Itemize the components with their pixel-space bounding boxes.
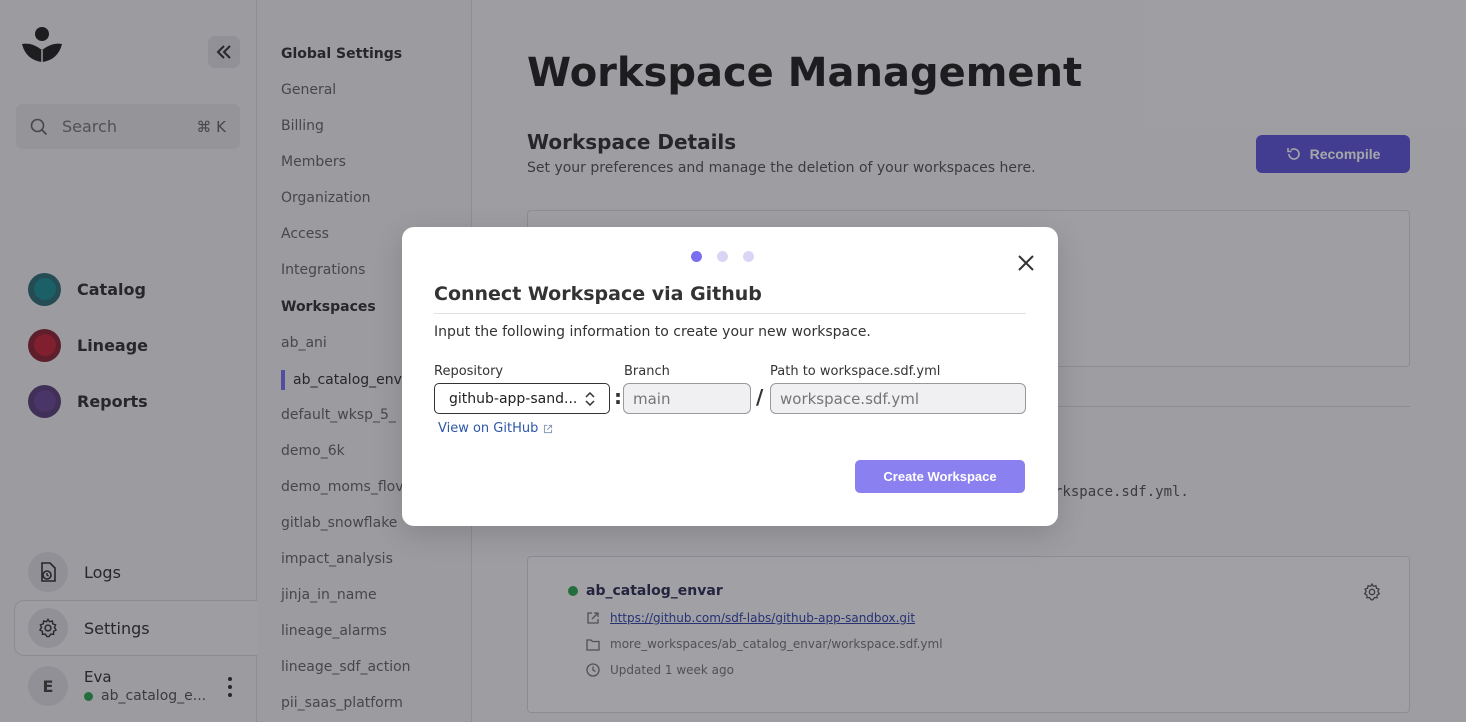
slash-separator: / (756, 385, 764, 409)
branch-input[interactable] (623, 383, 751, 414)
path-label: Path to workspace.sdf.yml (770, 364, 941, 379)
connect-workspace-modal: Connect Workspace via Github Input the f… (402, 227, 1058, 526)
modal-title: Connect Workspace via Github (434, 283, 762, 305)
divider (434, 313, 1026, 314)
chevron-up-down-icon (585, 391, 595, 406)
create-workspace-button[interactable]: Create Workspace (855, 460, 1025, 493)
modal-description: Input the following information to creat… (434, 324, 871, 340)
step-dot (717, 251, 728, 262)
repository-label: Repository (434, 364, 504, 379)
external-link-icon (544, 424, 553, 433)
view-on-github-label: View on GitHub (438, 421, 539, 436)
step-indicator (691, 251, 769, 262)
repository-value: github-app-sand... (449, 390, 578, 407)
repository-select[interactable]: github-app-sand... (434, 383, 610, 414)
branch-label: Branch (624, 364, 670, 379)
path-input[interactable] (770, 383, 1026, 414)
step-dot (743, 251, 754, 262)
colon-separator: : (614, 385, 622, 409)
step-dot-active (691, 251, 702, 262)
close-icon[interactable] (1016, 253, 1036, 273)
view-on-github-link[interactable]: View on GitHub (438, 421, 553, 436)
